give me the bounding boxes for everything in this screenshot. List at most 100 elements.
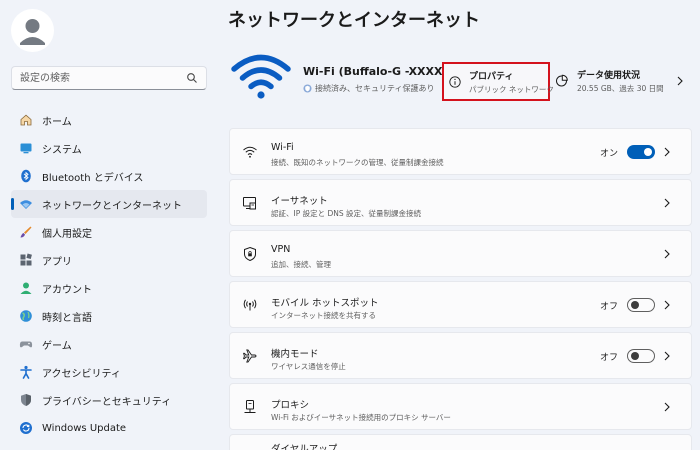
sidebar-item-windows-update[interactable]: Windows Update: [11, 414, 207, 442]
sidebar-item-personalization[interactable]: 個人用設定: [11, 218, 207, 246]
sidebar-item-system[interactable]: システム: [11, 134, 207, 162]
card-ethernet[interactable]: イーサネット 認証、IP 設定と DNS 設定、従量制課金接続: [229, 179, 692, 226]
sidebar-item-label: システム: [42, 144, 82, 156]
sidebar-item-label: ホーム: [42, 116, 72, 128]
home-icon: [19, 113, 33, 127]
sidebar-item-apps[interactable]: アプリ: [11, 246, 207, 274]
hotspot-icon: [242, 297, 258, 313]
connection-status: 接続済み、セキュリティ保護あり: [303, 83, 435, 94]
network-status-header: Wi-Fi (Buffalo-G -XXXX) 接続済み、セキュリティ保護あり …: [228, 48, 692, 110]
card-wifi[interactable]: Wi-Fi 接続、既知のネットワークの管理、従量制課金接続 オン: [229, 128, 692, 175]
chevron-right-icon: [664, 147, 670, 157]
apps-icon: [19, 253, 33, 267]
sidebar-item-label: アクセシビリティ: [42, 368, 121, 380]
sidebar-item-gaming[interactable]: ゲーム: [11, 330, 207, 358]
vpn-shield-icon: [242, 246, 258, 262]
pie-chart-icon: [556, 74, 568, 87]
ethernet-icon: [242, 195, 258, 211]
card-title: 機内モード: [271, 349, 319, 360]
wifi-toggle[interactable]: [627, 145, 655, 159]
secure-shield-icon: [303, 84, 312, 93]
sidebar-item-label: プライバシーとセキュリティ: [42, 396, 172, 408]
shield-icon: [19, 393, 33, 407]
settings-search-box[interactable]: [11, 66, 207, 90]
brush-icon: [19, 225, 33, 239]
chevron-right-icon: [664, 198, 670, 208]
data-usage-button[interactable]: データ使用状況 20.55 GB、過去 30 日間: [555, 62, 690, 101]
sidebar-item-privacy-security[interactable]: プライバシーとセキュリティ: [11, 386, 207, 414]
chevron-right-icon: [664, 351, 670, 361]
hotspot-toggle[interactable]: [627, 298, 655, 312]
toggle-knob: [631, 301, 639, 309]
sidebar-item-label: 個人用設定: [42, 228, 92, 240]
toggle-state-label: オフ: [599, 352, 618, 363]
sidebar-item-home[interactable]: ホーム: [11, 106, 207, 134]
page-title: ネットワークとインターネット: [228, 10, 480, 31]
chevron-right-icon: [677, 76, 683, 86]
toggle-state-label: オン: [599, 148, 618, 159]
wifi-toggle-group: オン: [600, 145, 655, 159]
card-description: ワイヤレス通信を停止: [271, 362, 346, 371]
chevron-right-icon: [664, 249, 670, 259]
network-icon: [19, 197, 33, 211]
avatar-person-icon: [20, 19, 45, 45]
gamepad-icon: [19, 337, 33, 351]
sidebar-item-label: Bluetooth とデバイス: [42, 172, 144, 184]
system-icon: [19, 141, 33, 155]
card-dial-up[interactable]: ダイヤルアップ: [229, 434, 692, 450]
sidebar-item-network[interactable]: ネットワークとインターネット: [11, 190, 207, 218]
airplane-toggle-group: オフ: [600, 349, 655, 363]
toggle-knob: [631, 352, 639, 360]
airplane-icon: [242, 348, 258, 364]
card-airplane-mode[interactable]: 機内モード ワイヤレス通信を停止 オフ: [229, 332, 692, 379]
card-proxy[interactable]: プロキシ Wi-Fi およびイーサネット接続用のプロキシ サーバー: [229, 383, 692, 430]
properties-button[interactable]: プロパティ パブリック ネットワーク: [442, 62, 554, 101]
sidebar-item-bluetooth[interactable]: Bluetooth とデバイス: [11, 162, 207, 190]
search-input[interactable]: [20, 67, 186, 89]
sidebar-item-label: 時刻と言語: [42, 312, 92, 324]
info-icon: [449, 76, 461, 88]
card-title: Wi-Fi: [271, 142, 294, 153]
card-description: 接続、既知のネットワークの管理、従量制課金接続: [271, 158, 444, 167]
sidebar-item-label: ネットワークとインターネット: [42, 200, 182, 212]
sidebar-item-label: アプリ: [42, 256, 72, 268]
sidebar-item-label: アカウント: [42, 284, 92, 296]
settings-card-list: Wi-Fi 接続、既知のネットワークの管理、従量制課金接続 オン イーサネット …: [229, 128, 692, 450]
toggle-state-label: オフ: [599, 301, 618, 312]
properties-title: プロパティ: [469, 72, 514, 82]
card-title: モバイル ホットスポット: [271, 298, 379, 309]
sidebar-item-time-language[interactable]: 時刻と言語: [11, 302, 207, 330]
card-title: イーサネット: [271, 196, 328, 207]
card-title: VPN: [271, 244, 291, 255]
update-icon: [19, 421, 33, 435]
sidebar-item-accounts[interactable]: アカウント: [11, 274, 207, 302]
sidebar-item-accessibility[interactable]: アクセシビリティ: [11, 358, 207, 386]
card-description: 認証、IP 設定と DNS 設定、従量制課金接続: [271, 209, 422, 218]
wifi-large-icon: [231, 54, 291, 99]
airplane-toggle[interactable]: [627, 349, 655, 363]
data-usage-amount: 20.55 GB、過去 30 日間: [577, 84, 664, 93]
proxy-icon: [242, 399, 258, 415]
hotspot-toggle-group: オフ: [600, 298, 655, 312]
user-avatar[interactable]: [11, 9, 54, 52]
chevron-right-icon: [664, 402, 670, 412]
sidebar-nav: ホーム システム Bluetooth とデバイス ネットワークとインターネット …: [11, 106, 207, 442]
card-mobile-hotspot[interactable]: モバイル ホットスポット インターネット接続を共有する オフ: [229, 281, 692, 328]
properties-network-type: パブリック ネットワーク: [469, 85, 554, 94]
chevron-right-icon: [664, 300, 670, 310]
toggle-knob: [644, 148, 652, 156]
connected-network-name: Wi-Fi (Buffalo-G -XXXX): [303, 65, 448, 78]
search-icon[interactable]: [186, 72, 198, 84]
card-description: Wi-Fi およびイーサネット接続用のプロキシ サーバー: [271, 413, 451, 422]
card-description: インターネット接続を共有する: [271, 311, 376, 320]
account-icon: [19, 281, 33, 295]
card-title: ダイヤルアップ: [271, 444, 338, 450]
data-usage-title: データ使用状況: [577, 71, 641, 81]
sidebar-item-label: Windows Update: [42, 422, 127, 434]
card-description: 追加、接続、管理: [271, 260, 331, 269]
accessibility-icon: [19, 365, 33, 379]
globe-icon: [19, 309, 33, 323]
card-title: プロキシ: [271, 400, 310, 411]
card-vpn[interactable]: VPN 追加、接続、管理: [229, 230, 692, 277]
bluetooth-icon: [19, 169, 33, 183]
